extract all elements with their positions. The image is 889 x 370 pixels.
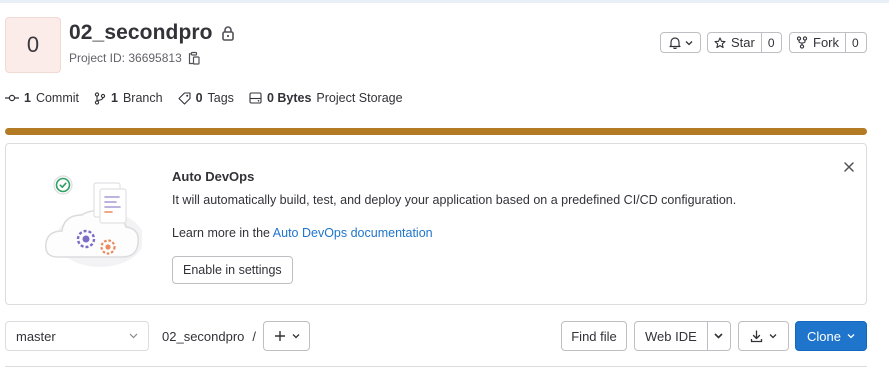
breadcrumb-project[interactable]: 02_secondpro: [162, 329, 244, 344]
chevron-down-icon: [847, 334, 855, 339]
branch-icon: [94, 91, 106, 105]
fork-count[interactable]: 0: [845, 33, 865, 52]
clone-button[interactable]: Clone: [795, 321, 867, 351]
fork-button[interactable]: Fork 0: [789, 32, 867, 53]
star-label-wrap: Star: [708, 33, 761, 52]
stat-commits-label: Commit: [35, 91, 80, 105]
bell-icon: [668, 37, 681, 49]
auto-devops-description: It will automatically build, test, and d…: [172, 193, 737, 207]
chevron-down-icon: [769, 334, 777, 339]
stat-commits[interactable]: 1 Commit: [5, 91, 79, 105]
stat-branches-label: Branch: [122, 91, 163, 105]
file-tree-top-border: [5, 366, 867, 370]
fork-label-wrap: Fork: [790, 33, 845, 52]
find-file-label: Find file: [571, 328, 617, 344]
project-name: 02_secondpro: [69, 21, 213, 44]
project-avatar: 0: [5, 17, 61, 73]
close-icon[interactable]: [842, 160, 856, 174]
notifications-button[interactable]: [660, 32, 701, 53]
star-label: Star: [731, 35, 755, 50]
lock-icon: [221, 26, 234, 41]
web-ide-dropdown[interactable]: [708, 333, 730, 339]
star-count[interactable]: 0: [760, 33, 781, 52]
fork-icon: [796, 36, 808, 49]
breadcrumb: 02_secondpro /: [162, 329, 256, 344]
auto-devops-title: Auto DevOps: [172, 169, 255, 184]
branch-name: master: [16, 328, 56, 344]
stat-tags[interactable]: 0 Tags: [178, 91, 234, 105]
auto-devops-banner: Auto DevOps It will automatically build,…: [5, 143, 867, 305]
project-id: Project ID: 36695813: [69, 51, 200, 65]
storage-usage-bar: [5, 128, 867, 135]
chevron-down-icon: [685, 40, 692, 45]
storage-usage-fill: [5, 128, 867, 135]
web-ide-button-group: Web IDE: [634, 321, 731, 351]
avatar-letter: 0: [26, 32, 40, 57]
stat-commits-value: 1: [24, 91, 31, 105]
auto-devops-learn-more: Learn more in the Auto DevOps documentat…: [172, 226, 433, 240]
chevron-down-icon: [714, 333, 723, 339]
tag-icon: [178, 91, 191, 105]
branch-selector[interactable]: master: [5, 321, 149, 351]
stat-storage-label: Project Storage: [316, 91, 403, 105]
chevron-down-icon: [129, 333, 138, 339]
stat-storage[interactable]: 0 Bytes Project Storage: [249, 91, 403, 105]
stat-tags-label: Tags: [207, 91, 234, 105]
fork-label: Fork: [813, 35, 839, 50]
stat-branches-value: 1: [111, 91, 118, 105]
star-button[interactable]: Star 0: [707, 32, 782, 53]
project-stats: 1 Commit 1 Branch 0 Tags 0 Bytes Project…: [5, 91, 403, 105]
stat-tags-value: 0: [195, 91, 203, 105]
top-strip: [0, 0, 889, 3]
stat-branches[interactable]: 1 Branch: [94, 91, 163, 105]
commit-icon: [5, 94, 19, 102]
download-button[interactable]: [738, 321, 789, 351]
storage-icon: [249, 92, 262, 104]
plus-icon: [274, 331, 285, 341]
clone-label: Clone: [807, 328, 841, 344]
web-ide-button[interactable]: Web IDE: [635, 322, 708, 350]
learn-more-prefix: Learn more in the: [172, 226, 270, 240]
auto-devops-docs-link[interactable]: Auto DevOps documentation: [273, 226, 433, 240]
stat-storage-value: 0 Bytes: [266, 91, 312, 105]
add-to-tree-button[interactable]: [263, 321, 310, 351]
project-title: 02_secondpro: [69, 21, 235, 45]
star-icon: [714, 36, 726, 48]
enable-in-settings-button[interactable]: Enable in settings: [172, 256, 293, 284]
download-icon: [750, 329, 763, 342]
find-file-button[interactable]: Find file: [561, 321, 627, 351]
copy-icon[interactable]: [188, 51, 200, 65]
chevron-down-icon: [292, 334, 299, 339]
breadcrumb-separator: /: [252, 329, 257, 344]
project-id-text: Project ID: 36695813: [69, 51, 182, 65]
auto-devops-illustration: [45, 175, 142, 267]
